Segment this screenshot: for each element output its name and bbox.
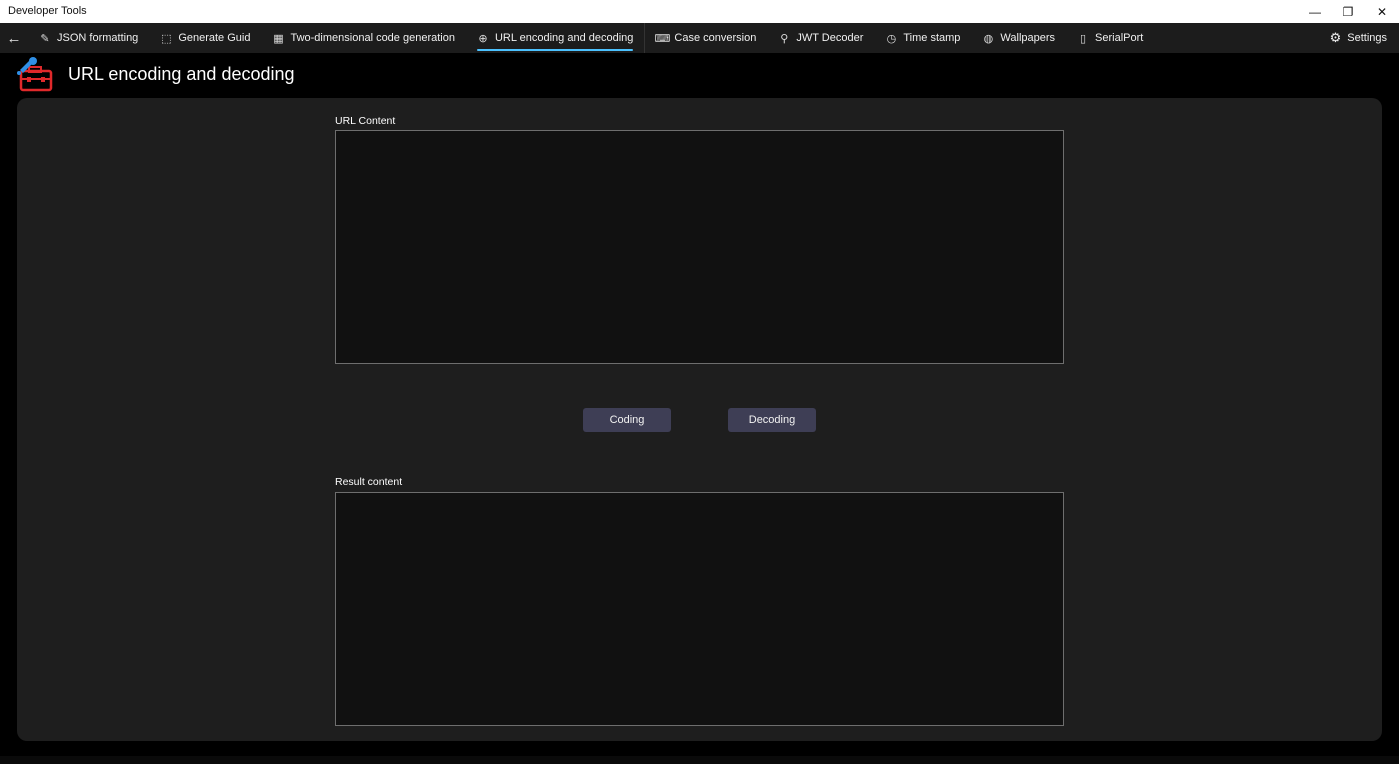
top-navigation: ← ✎ JSON formatting ⬚ Generate Guid ▦ Tw… [0, 23, 1399, 53]
qr-code-icon: ▦ [273, 32, 284, 45]
tab-wallpapers[interactable]: ◍ Wallpapers [971, 23, 1066, 53]
tab-time-stamp[interactable]: ◷ Time stamp [874, 23, 971, 53]
settings-label: Settings [1347, 32, 1387, 44]
tab-url-encoding[interactable]: ⊕ URL encoding and decoding [466, 23, 644, 53]
restore-icon[interactable]: ❐ [1331, 0, 1365, 23]
coding-button[interactable]: Coding [583, 408, 671, 432]
settings-button[interactable]: ⚙ Settings [1330, 23, 1387, 53]
tab-label: JSON formatting [57, 32, 139, 44]
tab-label: SerialPort [1095, 32, 1144, 44]
tab-label: URL encoding and decoding [494, 32, 634, 44]
clock-icon: ◷ [886, 32, 897, 45]
tab-label: Generate Guid [178, 32, 251, 44]
tab-json-formatting[interactable]: ✎ JSON formatting [28, 23, 149, 53]
tab-label: Two-dimensional code generation [290, 32, 455, 44]
back-arrow-icon[interactable]: ← [0, 23, 28, 53]
edit-icon: ✎ [40, 32, 50, 45]
tab-case-conversion[interactable]: ⌨ Case conversion [645, 23, 767, 53]
globe-icon: ⊕ [478, 32, 488, 45]
page-title: URL encoding and decoding [68, 64, 295, 84]
close-icon[interactable]: ✕ [1365, 0, 1399, 23]
tab-label: Case conversion [674, 32, 757, 44]
key-icon: ⚲ [780, 32, 789, 45]
url-content-input[interactable] [335, 130, 1064, 364]
tab-label: JWT Decoder [796, 32, 864, 44]
tab-jwt-decoder[interactable]: ⚲ JWT Decoder [767, 23, 874, 53]
decoding-button[interactable]: Decoding [728, 408, 816, 432]
toolbox-icon [17, 57, 53, 92]
tab-label: Wallpapers [1000, 32, 1056, 44]
page-header: URL encoding and decoding [0, 53, 1399, 98]
tab-serialport[interactable]: ▯ SerialPort [1066, 23, 1154, 53]
window-title: Developer Tools [8, 5, 87, 17]
taskbar-strip [0, 756, 1399, 764]
guid-icon: ⬚ [161, 32, 172, 45]
gear-icon: ⚙ [1329, 30, 1342, 45]
title-bar: Developer Tools — ❐ ✕ [0, 0, 1399, 23]
url-content-label: URL Content [335, 115, 396, 127]
tab-two-dimensional-code[interactable]: ▦ Two-dimensional code generation [261, 23, 466, 53]
keyboard-icon: ⌨ [654, 32, 671, 45]
palette-icon: ◍ [983, 32, 994, 45]
tab-generate-guid[interactable]: ⬚ Generate Guid [149, 23, 261, 53]
phone-icon: ▯ [1080, 32, 1087, 45]
result-content-label: Result content [335, 476, 403, 488]
tab-label: Time stamp [903, 32, 961, 44]
result-content-output[interactable] [335, 492, 1064, 726]
minimize-icon[interactable]: — [1298, 0, 1332, 23]
